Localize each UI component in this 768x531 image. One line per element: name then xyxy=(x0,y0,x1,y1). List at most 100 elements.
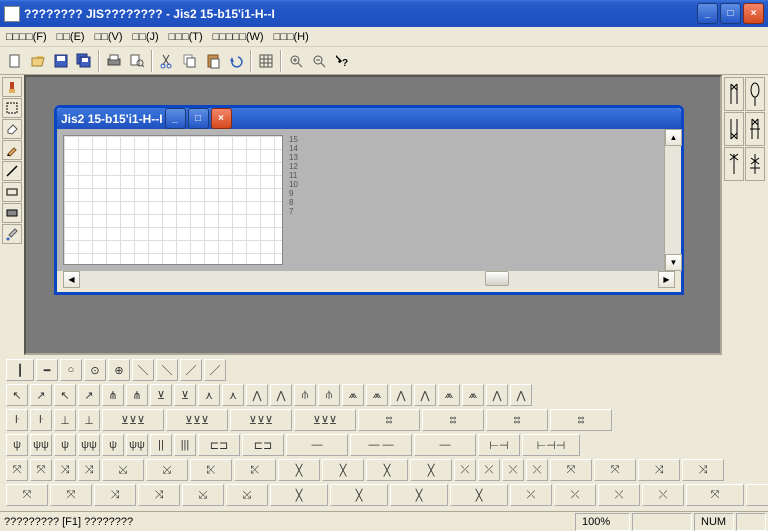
palette-btn[interactable]: ψ xyxy=(6,434,28,456)
scroll-up-button[interactable]: ▲ xyxy=(665,129,682,146)
palette-btn[interactable]: ╳ xyxy=(390,484,448,506)
palette-btn[interactable]: ψ xyxy=(102,434,124,456)
palette-btn[interactable]: ⊢⊣ xyxy=(478,434,520,456)
palette-btn[interactable]: ⤨ xyxy=(94,484,136,506)
palette-btn[interactable]: ⊻⊻⊻ xyxy=(166,409,228,431)
palette-btn[interactable]: ⤧ xyxy=(6,484,48,506)
palette-btn[interactable]: ⋀ xyxy=(414,384,436,406)
palette-btn[interactable]: ⤧ xyxy=(746,484,768,506)
line-tool[interactable] xyxy=(2,161,22,181)
palette-btn[interactable]: ⋀ xyxy=(246,384,268,406)
palette-btn[interactable]: ⋀ xyxy=(270,384,292,406)
palette-btn[interactable]: ⊕ xyxy=(108,359,130,381)
palette-btn[interactable]: ⤬ xyxy=(526,459,548,481)
brush-tool[interactable] xyxy=(2,77,22,97)
palette-btn[interactable]: ⩕ xyxy=(438,384,460,406)
palette-btn[interactable]: — — xyxy=(350,434,412,456)
scroll-down-button[interactable]: ▼ xyxy=(665,254,682,271)
fillrect-tool[interactable] xyxy=(2,203,22,223)
rect-tool[interactable] xyxy=(2,182,22,202)
palette-btn[interactable]: ⩕ xyxy=(342,384,364,406)
new-button[interactable] xyxy=(4,50,26,72)
palette-btn[interactable]: || xyxy=(150,434,172,456)
paste-button[interactable] xyxy=(202,50,224,72)
palette-btn[interactable]: ⤨ xyxy=(54,459,76,481)
child-maximize-button[interactable]: □ xyxy=(188,108,209,129)
palette-btn[interactable]: ↖ xyxy=(6,384,28,406)
palette-btn[interactable]: ⦂⦂ xyxy=(486,409,548,431)
copy-button[interactable] xyxy=(179,50,201,72)
marquee-tool[interactable] xyxy=(2,98,22,118)
child-minimize-button[interactable]: _ xyxy=(165,108,186,129)
palette-btn[interactable]: ⊥ xyxy=(54,409,76,431)
stitch-btn-4[interactable] xyxy=(745,112,765,146)
scroll-left-button[interactable]: ◀ xyxy=(63,271,80,288)
palette-btn[interactable]: ╳ xyxy=(410,459,452,481)
palette-btn[interactable]: ⦂⦂ xyxy=(422,409,484,431)
palette-btn[interactable]: ━ xyxy=(36,359,58,381)
zoomout-button[interactable] xyxy=(308,50,330,72)
palette-btn[interactable]: ⋀ xyxy=(390,384,412,406)
eraser-tool[interactable] xyxy=(2,119,22,139)
palette-btn[interactable]: ⤫ xyxy=(554,484,596,506)
menu-view[interactable]: □□(V) xyxy=(95,31,123,43)
menu-file[interactable]: □□□□(F) xyxy=(6,31,47,43)
minimize-button[interactable]: _ xyxy=(697,3,718,24)
palette-btn[interactable]: ⋀ xyxy=(486,384,508,406)
menu-j[interactable]: □□(J) xyxy=(133,31,159,43)
palette-btn[interactable]: ⤧ xyxy=(550,459,592,481)
palette-btn[interactable]: ⩕ xyxy=(366,384,388,406)
palette-btn[interactable]: ψψ xyxy=(126,434,148,456)
palette-btn[interactable]: ⤧ xyxy=(50,484,92,506)
palette-btn[interactable]: ⊏⊐ xyxy=(198,434,240,456)
palette-btn[interactable]: ⤪ xyxy=(234,459,276,481)
print-button[interactable] xyxy=(103,50,125,72)
palette-btn[interactable]: ⤬ xyxy=(642,484,684,506)
palette-btn[interactable]: ⊙ xyxy=(84,359,106,381)
palette-btn[interactable]: ＼ xyxy=(156,359,178,381)
palette-btn[interactable]: ⤨ xyxy=(138,484,180,506)
palette-btn[interactable]: ⤨ xyxy=(78,459,100,481)
palette-btn[interactable]: ⤧ xyxy=(594,459,636,481)
palette-btn[interactable]: ⩕ xyxy=(462,384,484,406)
palette-btn[interactable]: ψψ xyxy=(30,434,52,456)
palette-btn[interactable]: ┃ xyxy=(6,359,34,381)
palette-btn[interactable]: ／ xyxy=(204,359,226,381)
palette-btn[interactable]: ⤫ xyxy=(478,459,500,481)
stitch-btn-5[interactable] xyxy=(724,147,744,181)
palette-btn[interactable]: ⦂⦂ xyxy=(550,409,612,431)
menu-window[interactable]: □□□□□(W) xyxy=(213,31,264,43)
palette-btn[interactable]: ⤬ xyxy=(502,459,524,481)
pencil-tool[interactable] xyxy=(2,140,22,160)
palette-btn[interactable]: ||| xyxy=(174,434,196,456)
palette-btn[interactable]: ⤫ xyxy=(454,459,476,481)
stitch-btn-6[interactable] xyxy=(745,147,765,181)
palette-btn[interactable]: ⋏ xyxy=(222,384,244,406)
palette-btn[interactable]: ŀ xyxy=(30,409,52,431)
child-vscrollbar[interactable]: ▲ ▼ xyxy=(664,129,681,271)
palette-btn[interactable]: ⊻ xyxy=(150,384,172,406)
menu-edit[interactable]: □□(E) xyxy=(57,31,85,43)
palette-btn[interactable]: ⤨ xyxy=(682,459,724,481)
menu-tools[interactable]: □□□(T) xyxy=(169,31,203,43)
child-hscrollbar[interactable]: ◀ ▶ xyxy=(63,271,675,288)
palette-btn[interactable]: ○ xyxy=(60,359,82,381)
stitch-btn-3[interactable] xyxy=(724,112,744,146)
palette-btn[interactable]: ⤧ xyxy=(686,484,744,506)
palette-btn[interactable]: ⤩ xyxy=(146,459,188,481)
contexthelp-button[interactable]: ? xyxy=(331,50,353,72)
open-button[interactable] xyxy=(27,50,49,72)
palette-btn[interactable]: ↖ xyxy=(54,384,76,406)
palette-btn[interactable]: ⫛ xyxy=(318,384,340,406)
palette-btn[interactable]: ／ xyxy=(180,359,202,381)
palette-btn[interactable]: ⤧ xyxy=(6,459,28,481)
palette-btn[interactable]: ⊻⊻⊻ xyxy=(230,409,292,431)
child-close-button[interactable]: × xyxy=(211,108,232,129)
close-button[interactable]: × xyxy=(743,3,764,24)
hscroll-thumb[interactable] xyxy=(485,271,509,286)
grid-button[interactable] xyxy=(255,50,277,72)
palette-btn[interactable]: — xyxy=(286,434,348,456)
save-button[interactable] xyxy=(50,50,72,72)
picker-tool[interactable] xyxy=(2,224,22,244)
palette-btn[interactable]: ⊻⊻⊻ xyxy=(294,409,356,431)
